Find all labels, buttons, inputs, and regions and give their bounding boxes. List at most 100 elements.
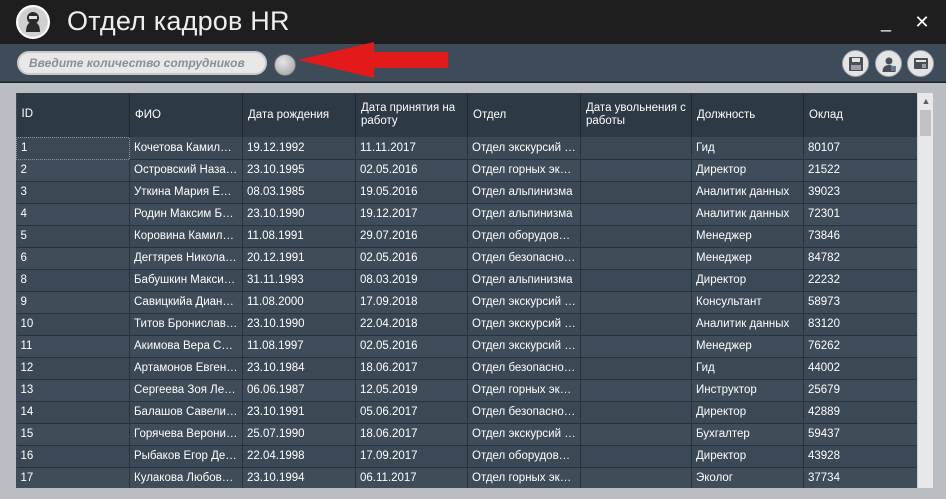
table-cell[interactable]: 80107 (803, 137, 918, 160)
table-cell[interactable]: 3 (16, 181, 130, 204)
table-cell[interactable]: Бабушкин Максим… (129, 269, 243, 292)
table-cell[interactable]: 42889 (803, 401, 918, 424)
table-cell[interactable]: Уткина Мария Еф… (129, 181, 243, 204)
table-cell[interactable]: 12 (16, 357, 130, 380)
table-cell[interactable]: 08.03.1985 (242, 181, 356, 204)
column-header[interactable]: ID (16, 93, 130, 137)
table-row[interactable]: 15 Горячева Вероник… 25.07.1990 18.06.2017 О… (16, 423, 918, 446)
table-cell[interactable]: 05.06.2017 (355, 401, 468, 424)
minimize-button[interactable]: _ (873, 10, 899, 34)
table-cell[interactable]: 14 (16, 401, 130, 424)
table-cell[interactable]: Директор (691, 401, 804, 424)
table-cell[interactable]: 44002 (803, 357, 918, 380)
table-cell[interactable]: Менеджер (691, 247, 804, 270)
table-row[interactable]: 4 Родин Максим Бо… 23.10.1990 19.12.2017 Отд… (16, 203, 918, 226)
table-cell[interactable] (580, 357, 692, 380)
table-cell[interactable] (580, 313, 692, 336)
table-row[interactable]: 17 Кулакова Любовь … 23.10.1994 06.11.2017 О… (16, 467, 918, 488)
table-cell[interactable]: Рыбаков Егор Де… (129, 445, 243, 468)
table-row[interactable]: 13 Сергеева Зоя Лео… 06.06.1987 12.05.2019 О… (16, 379, 918, 402)
table-cell[interactable] (580, 401, 692, 424)
column-header[interactable]: Дата принятия на работу (355, 93, 468, 137)
table-cell[interactable]: Директор (691, 445, 804, 468)
column-header[interactable]: Дата увольнения с работы (580, 93, 692, 137)
table-cell[interactable]: Акимова Вера Сер… (129, 335, 243, 358)
table-cell[interactable]: Коровина Камилл… (129, 225, 243, 248)
table-cell[interactable]: 25.07.1990 (242, 423, 356, 446)
table-cell[interactable]: 16 (16, 445, 130, 468)
table-cell[interactable]: 11.08.1997 (242, 335, 356, 358)
table-cell[interactable]: Эколог (691, 467, 804, 488)
table-cell[interactable]: Отдел горных экс… (467, 159, 581, 182)
table-row[interactable]: 11 Акимова Вера Сер… 11.08.1997 02.05.2016 О… (16, 335, 918, 358)
table-cell[interactable]: Аналитик данных (691, 313, 804, 336)
table-cell[interactable] (580, 225, 692, 248)
table-cell[interactable]: 17.09.2017 (355, 445, 468, 468)
table-cell[interactable]: Отдел экскурсий и… (467, 335, 581, 358)
table-cell[interactable]: Менеджер (691, 335, 804, 358)
table-cell[interactable]: 20.12.1991 (242, 247, 356, 270)
table-cell[interactable]: Родин Максим Бо… (129, 203, 243, 226)
table-row[interactable]: 10 Титов Бронислав … 23.10.1990 22.04.2018 О… (16, 313, 918, 336)
table-cell[interactable] (580, 335, 692, 358)
table-cell[interactable]: Кочетова Камилла… (129, 137, 243, 160)
table-cell[interactable]: Гид (691, 357, 804, 380)
save-button[interactable] (842, 50, 869, 77)
table-cell[interactable] (580, 181, 692, 204)
table-cell[interactable]: Сергеева Зоя Лео… (129, 379, 243, 402)
table-cell[interactable]: 11.08.1991 (242, 225, 356, 248)
table-cell[interactable] (580, 467, 692, 488)
table-cell[interactable]: Отдел альпинизма (467, 181, 581, 204)
table-cell[interactable]: 59437 (803, 423, 918, 446)
table-cell[interactable]: Отдел альпинизма (467, 203, 581, 226)
table-row[interactable]: 9 Савицкийа Диана … 11.08.2000 17.09.2018 От… (16, 291, 918, 314)
table-cell[interactable]: 08.03.2019 (355, 269, 468, 292)
table-cell[interactable]: 9 (16, 291, 130, 314)
table-cell[interactable]: 17.09.2018 (355, 291, 468, 314)
id-card-button[interactable] (907, 50, 934, 77)
table-cell[interactable]: Отдел безопасности (467, 357, 581, 380)
table-cell[interactable]: Дегтярев Никола… (129, 247, 243, 270)
table-row[interactable]: 6 Дегтярев Никола… 20.12.1991 02.05.2016 Отд… (16, 247, 918, 270)
table-cell[interactable]: Островский Наза… (129, 159, 243, 182)
table-cell[interactable] (580, 159, 692, 182)
table-cell[interactable]: 11.08.2000 (242, 291, 356, 314)
table-cell[interactable]: Отдел безопасности (467, 247, 581, 270)
table-cell[interactable]: Отдел горных экс… (467, 467, 581, 488)
table-row[interactable]: 12 Артамонов Евгени… 23.10.1984 18.06.2017 О… (16, 357, 918, 380)
table-cell[interactable]: 2 (16, 159, 130, 182)
table-row[interactable]: 8 Бабушкин Максим… 31.11.1993 08.03.2019 Отд… (16, 269, 918, 292)
table-cell[interactable]: 02.05.2016 (355, 335, 468, 358)
table-cell[interactable]: 6 (16, 247, 130, 270)
column-header[interactable]: ФИО (129, 93, 243, 137)
table-cell[interactable]: 22.04.1998 (242, 445, 356, 468)
table-cell[interactable]: Горячева Вероник… (129, 423, 243, 446)
table-cell[interactable]: 29.07.2016 (355, 225, 468, 248)
table-cell[interactable]: Менеджер (691, 225, 804, 248)
table-cell[interactable]: 84782 (803, 247, 918, 270)
table-cell[interactable]: Директор (691, 269, 804, 292)
table-cell[interactable]: 23.10.1990 (242, 313, 356, 336)
column-header[interactable]: Должность (691, 93, 804, 137)
table-cell[interactable]: 19.12.1992 (242, 137, 356, 160)
table-cell[interactable]: Директор (691, 159, 804, 182)
table-cell[interactable]: Титов Бронислав … (129, 313, 243, 336)
table-cell[interactable]: 23.10.1994 (242, 467, 356, 488)
table-cell[interactable]: 23.10.1995 (242, 159, 356, 182)
table-cell[interactable]: 15 (16, 423, 130, 446)
scroll-thumb[interactable] (920, 110, 931, 136)
table-cell[interactable]: Кулакова Любовь … (129, 467, 243, 488)
table-cell[interactable]: Отдел оборудования (467, 445, 581, 468)
table-cell[interactable]: 39023 (803, 181, 918, 204)
table-cell[interactable]: 5 (16, 225, 130, 248)
table-cell[interactable]: 37734 (803, 467, 918, 488)
employee-count-input[interactable] (17, 51, 267, 75)
table-cell[interactable] (580, 379, 692, 402)
table-cell[interactable] (580, 137, 692, 160)
table-cell[interactable] (580, 445, 692, 468)
table-cell[interactable]: 31.11.1993 (242, 269, 356, 292)
table-cell[interactable]: 06.06.1987 (242, 379, 356, 402)
table-cell[interactable]: 13 (16, 379, 130, 402)
table-cell[interactable]: Отдел экскурсий и… (467, 423, 581, 446)
table-cell[interactable]: 10 (16, 313, 130, 336)
